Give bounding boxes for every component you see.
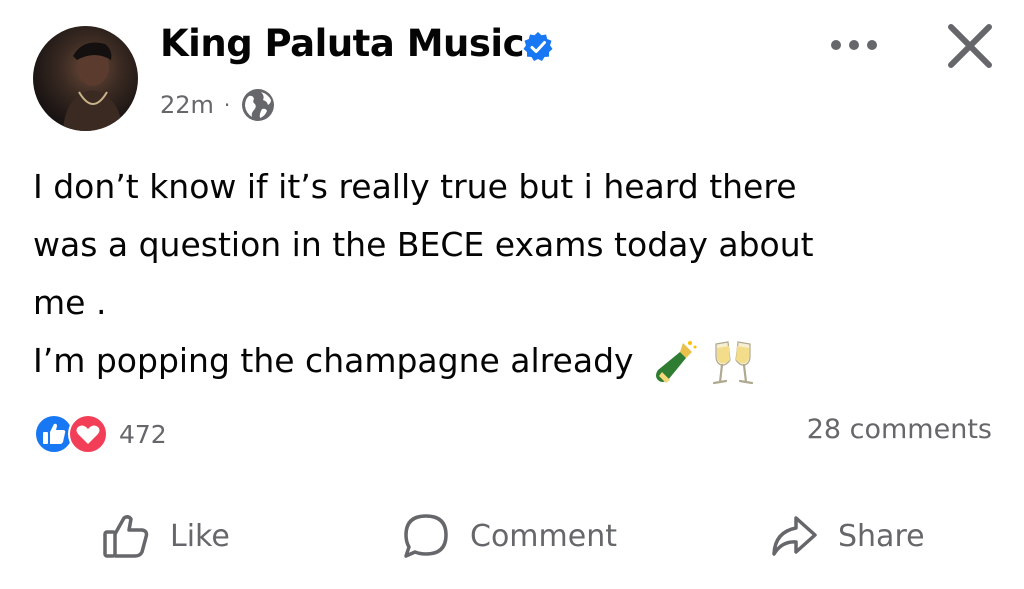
post-timestamp[interactable]: 22m [160, 91, 214, 119]
champagne-bottle-icon [656, 340, 697, 383]
close-button[interactable] [942, 18, 998, 74]
like-button[interactable]: Like [100, 508, 230, 564]
comments-count[interactable]: 28 comments [807, 414, 992, 445]
more-icon [831, 40, 877, 50]
share-label: Share [838, 518, 925, 554]
reaction-count: 472 [119, 419, 167, 449]
post-body: I don’t know if it’s really true but i h… [33, 158, 993, 390]
post-text-line-with-emoji: I’m popping the champagne already [33, 332, 993, 390]
reactions-summary[interactable]: 472 [33, 412, 167, 456]
clinking-glasses-icon [712, 340, 754, 384]
verified-badge-icon [523, 32, 553, 61]
comment-bubble-icon [404, 514, 448, 558]
author-name[interactable]: King Paluta Music [160, 22, 525, 65]
share-button[interactable]: Share [768, 508, 925, 564]
emoji-group [650, 338, 758, 388]
post-text-line: I don’t know if it’s really true but i h… [33, 167, 797, 206]
comment-label: Comment [470, 518, 617, 554]
meta-separator: · [223, 93, 231, 117]
post-text-line: was a question in the BECE exams today a… [33, 225, 814, 264]
thumbs-up-icon [103, 514, 149, 558]
post-header: King Paluta Music 22m · [0, 0, 1024, 140]
like-label: Like [170, 518, 230, 554]
avatar-photo [63, 42, 123, 131]
comment-button[interactable]: Comment [400, 508, 617, 564]
globe-icon [242, 89, 275, 121]
close-icon [948, 24, 992, 68]
post-meta: 22m · [160, 88, 276, 122]
action-bar: Like Comment Share [0, 500, 1024, 570]
author-avatar[interactable] [33, 26, 138, 131]
post-text-line: me . [33, 283, 107, 322]
post-text-line: I’m popping the champagne already [33, 341, 634, 380]
more-options-button[interactable] [826, 30, 882, 60]
love-reaction-icon [68, 414, 108, 454]
share-arrow-icon [772, 516, 817, 556]
